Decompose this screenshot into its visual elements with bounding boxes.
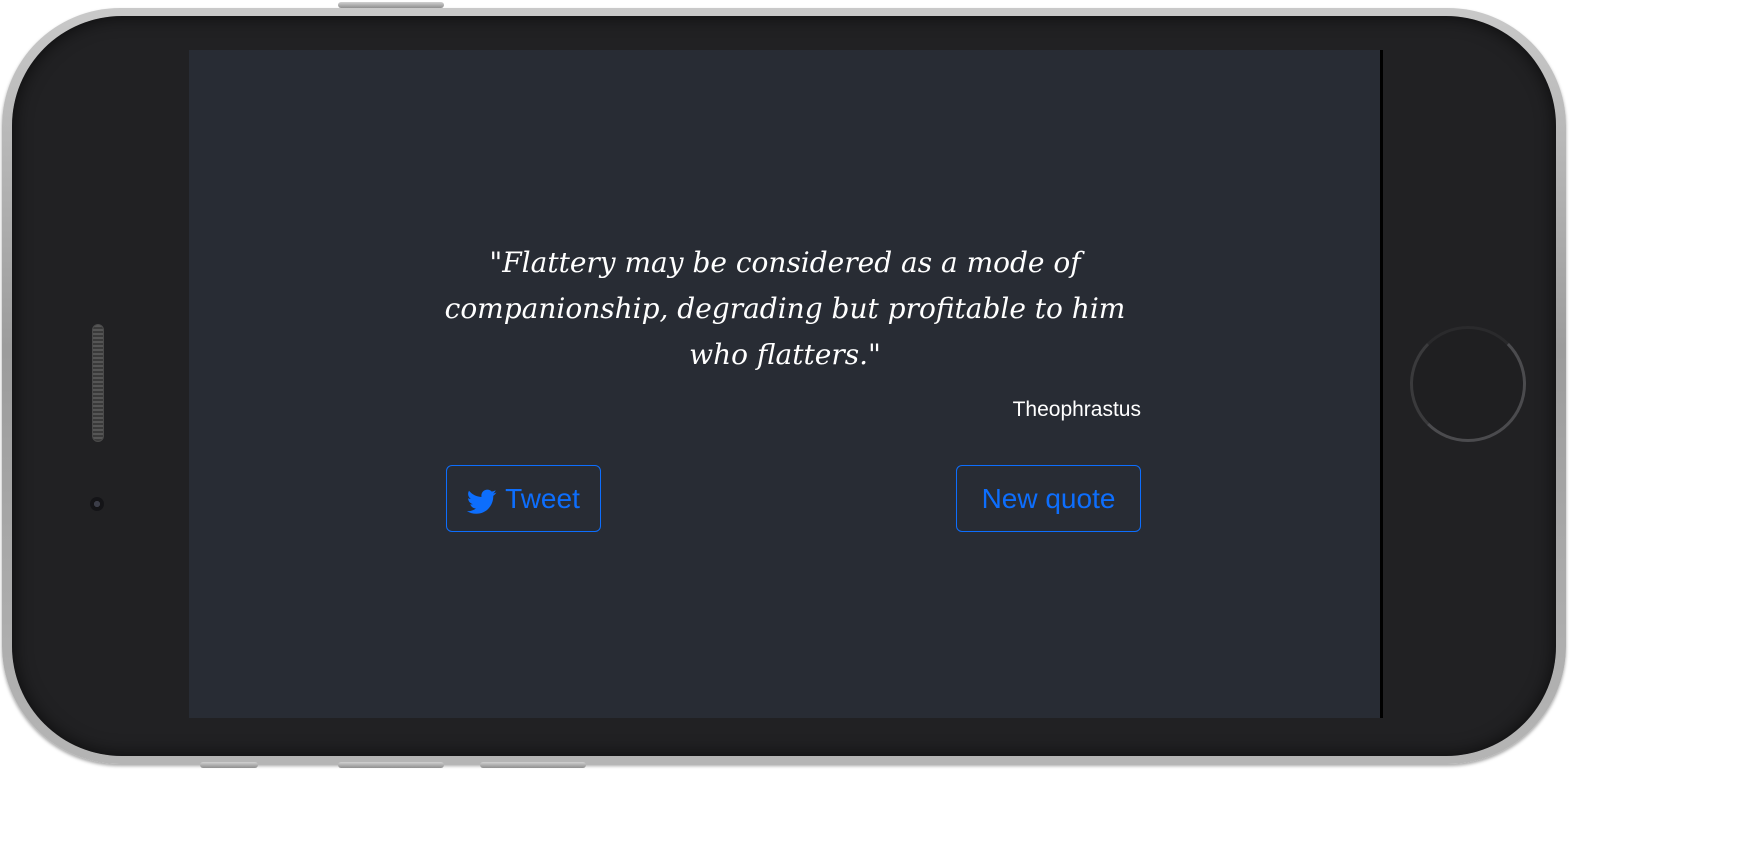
quote-box: "Flattery may be considered as a mode of…: [429, 240, 1141, 422]
speaker-grille: [92, 324, 104, 442]
bottom-button-3: [480, 762, 586, 768]
home-button[interactable]: [1410, 326, 1526, 442]
quote-author: Theophrastus: [1012, 398, 1141, 421]
twitter-bird-icon: [467, 489, 497, 514]
tweet-label: Tweet: [505, 482, 580, 514]
front-camera: [90, 497, 104, 511]
new-quote-label: New quote: [981, 482, 1116, 514]
bottom-button-2: [338, 762, 444, 768]
app-screen: "Flattery may be considered as a mode of…: [189, 50, 1383, 718]
bottom-button-1: [200, 762, 258, 768]
tweet-button[interactable]: Tweet: [446, 465, 601, 532]
new-quote-button[interactable]: New quote: [956, 465, 1141, 532]
quote-text: "Flattery may be considered as a mode of…: [444, 246, 1126, 371]
top-button: [338, 2, 444, 8]
